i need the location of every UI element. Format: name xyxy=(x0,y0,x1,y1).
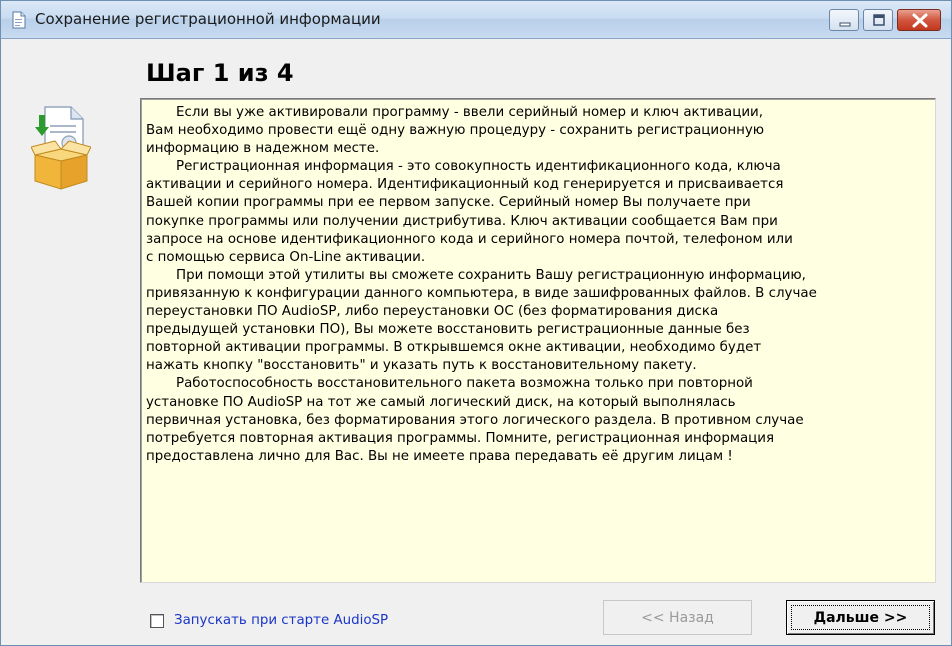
next-button[interactable]: Дальше >> xyxy=(786,600,935,635)
info-paragraph: Если вы уже активировали программу - вве… xyxy=(146,105,765,157)
maximize-button[interactable] xyxy=(863,9,893,31)
focus-rectangle xyxy=(791,605,930,630)
step-title: Шаг 1 из 4 xyxy=(146,59,294,87)
window-title: Сохранение регистрационной информации xyxy=(35,10,381,28)
minimize-icon xyxy=(839,22,851,27)
info-paragraph: Регистрационная информация - это совокуп… xyxy=(146,159,793,265)
autostart-label[interactable]: Запускать при старте AudioSP xyxy=(174,613,388,628)
close-icon xyxy=(912,13,928,28)
back-button[interactable]: << Назад xyxy=(603,600,752,635)
info-paragraph: При помощи этой утилиты вы сможете сохра… xyxy=(146,267,817,374)
minimize-button[interactable] xyxy=(829,9,859,31)
autostart-checkbox[interactable] xyxy=(150,614,164,628)
maximize-icon xyxy=(873,14,885,26)
registration-info-textbox[interactable]: Если вы уже активировали программу - вве… xyxy=(140,98,936,583)
document-icon xyxy=(11,11,27,29)
title-bar[interactable]: Сохранение регистрационной информации xyxy=(1,1,951,39)
wizard-window: Сохранение регистрационной информации Ша… xyxy=(0,0,952,646)
box-document-download-icon xyxy=(30,103,92,191)
close-button[interactable] xyxy=(897,9,941,31)
info-paragraph: Работоспособность восстановительного пак… xyxy=(146,376,804,464)
